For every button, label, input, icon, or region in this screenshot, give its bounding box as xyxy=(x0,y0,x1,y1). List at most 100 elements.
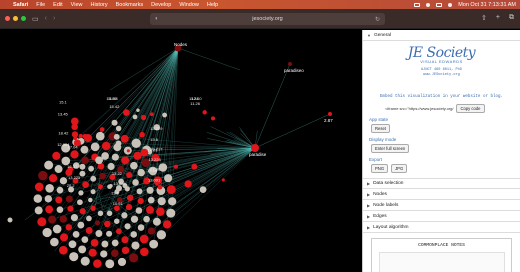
graph-node[interactable] xyxy=(164,174,173,183)
layout-algorithm-section[interactable]: ▶ Layout algorithm xyxy=(363,222,520,233)
graph-node[interactable] xyxy=(45,183,54,193)
graph-node[interactable] xyxy=(114,205,120,212)
close-window-button[interactable] xyxy=(5,16,10,21)
graph-node[interactable] xyxy=(135,207,143,214)
graph-node[interactable] xyxy=(86,215,92,222)
graph-node[interactable] xyxy=(157,197,166,206)
graph-node[interactable] xyxy=(50,237,59,247)
menu-help[interactable]: Help xyxy=(207,2,218,8)
graph-node[interactable] xyxy=(121,156,130,165)
reset-button[interactable]: Reset xyxy=(371,124,390,133)
graph-node[interactable] xyxy=(90,175,97,182)
graph-node[interactable] xyxy=(137,224,145,231)
graph-node[interactable] xyxy=(166,185,176,195)
graph-node[interactable] xyxy=(78,190,84,196)
graph-node[interactable] xyxy=(147,196,155,204)
graph-node[interactable] xyxy=(146,205,154,214)
menu-bookmarks[interactable]: Bookmarks xyxy=(116,2,144,8)
graph-node[interactable] xyxy=(72,230,80,238)
graph-node[interactable] xyxy=(130,231,138,238)
graph-node[interactable] xyxy=(65,195,73,203)
graph-node[interactable] xyxy=(97,184,103,190)
graph-node[interactable] xyxy=(107,162,115,171)
graph-node[interactable] xyxy=(100,250,108,258)
graph-node[interactable] xyxy=(126,149,130,153)
graph-node[interactable] xyxy=(156,230,167,240)
graph-node[interactable] xyxy=(166,208,176,218)
graph-node[interactable] xyxy=(54,165,63,174)
graph-node[interactable] xyxy=(78,245,87,254)
iframe-code[interactable]: <iframe src="https://www.jesociety.org/ xyxy=(385,106,453,111)
graph-node[interactable] xyxy=(70,117,79,126)
menu-develop[interactable]: Develop xyxy=(151,2,171,8)
graph-node[interactable] xyxy=(82,181,89,189)
graph-node[interactable] xyxy=(95,156,103,165)
copy-code-button[interactable]: Copy code xyxy=(456,104,485,113)
graph-node[interactable] xyxy=(45,205,54,214)
graph-node[interactable] xyxy=(95,230,103,237)
graph-node[interactable] xyxy=(191,163,198,170)
graph-node[interactable] xyxy=(131,138,141,149)
graph-node[interactable] xyxy=(168,197,177,206)
graph-node[interactable] xyxy=(65,224,73,231)
export-png-button[interactable]: PNG xyxy=(371,164,389,173)
graph-node[interactable] xyxy=(97,210,104,217)
graph-node[interactable] xyxy=(77,199,83,206)
battery-icon[interactable] xyxy=(436,2,443,7)
graph-node[interactable] xyxy=(121,236,129,244)
graph-node[interactable] xyxy=(139,131,145,138)
graph-node[interactable] xyxy=(125,203,133,211)
graph-node[interactable] xyxy=(7,217,13,223)
graph-node[interactable] xyxy=(156,207,165,216)
graph-node[interactable] xyxy=(202,110,207,115)
graph-node[interactable] xyxy=(146,186,154,194)
graph-node[interactable] xyxy=(288,62,292,66)
menu-edit[interactable]: Edit xyxy=(53,2,62,8)
graph-node[interactable] xyxy=(140,247,149,257)
minimize-window-button[interactable] xyxy=(13,16,18,21)
graph-node[interactable] xyxy=(132,114,138,120)
new-tab-icon[interactable]: + xyxy=(496,14,500,22)
graph-node[interactable] xyxy=(44,160,54,170)
graph-node[interactable] xyxy=(60,233,69,242)
notes-textarea[interactable] xyxy=(378,252,505,272)
enter-full-screen-button[interactable]: Enter full screen xyxy=(371,144,410,153)
general-section-header[interactable]: ▼ General xyxy=(363,30,520,41)
network-graph-canvas[interactable]: Nodes paradise paradiseo 2.87 13.229 13.228 13… xyxy=(0,30,362,272)
menu-clock[interactable]: Mon Oct 31 7:13:31 AM xyxy=(458,2,516,8)
graph-node[interactable] xyxy=(90,205,96,211)
graph-node[interactable] xyxy=(44,195,53,203)
graph-node[interactable] xyxy=(79,163,86,170)
menu-safari[interactable]: Safari xyxy=(13,2,28,8)
graph-node[interactable] xyxy=(101,141,111,151)
graph-node[interactable] xyxy=(79,208,86,215)
graph-node[interactable] xyxy=(78,133,83,139)
address-bar[interactable]: ◐ jesociety.org ↻ xyxy=(150,13,385,25)
node-labels-section[interactable]: ▶ Node labels xyxy=(363,200,520,211)
graph-node[interactable] xyxy=(117,257,127,267)
control-center-icon[interactable] xyxy=(448,2,453,7)
graph-node[interactable] xyxy=(157,184,163,190)
graph-node[interactable] xyxy=(120,134,129,143)
graph-node[interactable] xyxy=(48,174,58,183)
menu-file[interactable]: File xyxy=(36,2,45,8)
graph-node[interactable] xyxy=(113,133,120,140)
graph-node[interactable] xyxy=(81,236,89,243)
back-icon[interactable]: ‹ xyxy=(45,15,47,22)
graph-node[interactable] xyxy=(90,189,96,195)
graph-node[interactable] xyxy=(147,227,156,235)
graph-node[interactable] xyxy=(210,116,216,121)
graph-node[interactable] xyxy=(136,108,140,113)
graph-node[interactable] xyxy=(90,238,99,247)
graph-node[interactable] xyxy=(115,140,122,147)
menu-view[interactable]: View xyxy=(71,2,83,8)
graph-node[interactable] xyxy=(328,112,332,116)
share-icon[interactable]: ⇧ xyxy=(481,14,487,22)
graph-node[interactable] xyxy=(70,150,79,159)
graph-node[interactable] xyxy=(52,224,62,234)
graph-node[interactable] xyxy=(34,182,44,192)
graph-node[interactable] xyxy=(80,145,89,154)
graph-node[interactable] xyxy=(140,114,147,121)
graph-node[interactable] xyxy=(115,228,122,235)
screen-record-icon[interactable] xyxy=(414,2,421,7)
